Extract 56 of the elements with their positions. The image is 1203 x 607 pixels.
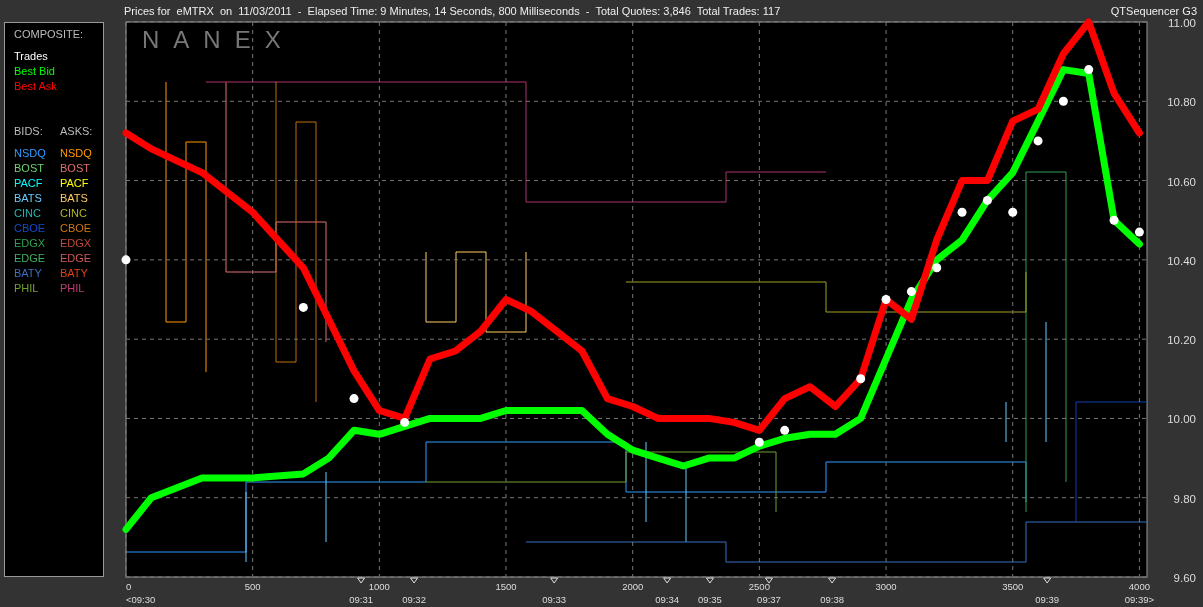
- x-axis-label: 4000: [1128, 581, 1150, 592]
- x-axis-label: 500: [244, 581, 261, 592]
- ask-exchange-label: EDGE: [60, 251, 92, 266]
- x-axis-label: 1000: [368, 581, 390, 592]
- ask-exchange-label: CBOE: [60, 221, 92, 236]
- ask-exchange-label: PACF: [60, 176, 89, 191]
- time-label: 09:38: [820, 594, 844, 605]
- bid-exchange-label: CBOE: [14, 221, 46, 236]
- ask-exchange-label: NSDQ: [60, 146, 92, 161]
- bid-exchange-label: BATY: [14, 266, 42, 281]
- time-label: 09:39: [1035, 594, 1060, 605]
- x-axis-label: 2500: [748, 581, 770, 592]
- bid-exchange-label: BOST: [14, 161, 44, 176]
- ask-exchange-label: BATY: [60, 266, 88, 281]
- bids-heading: BIDS:: [14, 124, 43, 139]
- y-axis-label: 10.40: [1167, 254, 1196, 267]
- x-axis-label: 1500: [495, 581, 517, 592]
- time-label: 09:33: [542, 594, 567, 605]
- x-axis-label: 2000: [622, 581, 644, 592]
- legend-label: Best Bid: [14, 64, 55, 79]
- time-label: <09:30: [126, 594, 156, 605]
- bid-exchange-label: BATS: [14, 191, 42, 206]
- y-axis-label: 10.60: [1167, 175, 1196, 188]
- time-label: 09:39>: [1124, 594, 1155, 605]
- legend-label: Trades: [14, 49, 48, 64]
- bid-exchange-label: CINC: [14, 206, 41, 221]
- x-axis-label: 3500: [1002, 581, 1024, 592]
- app-name: QTSequencer G3: [1110, 5, 1197, 17]
- x-axis-label: 0: [126, 581, 132, 592]
- time-label: 09:31: [349, 594, 373, 605]
- legend-heading: COMPOSITE:: [14, 27, 84, 42]
- bid-exchange-label: EDGE: [14, 251, 46, 266]
- y-axis-label: 11.00: [1168, 17, 1196, 29]
- time-label: 09:34: [655, 594, 680, 605]
- brand-watermark: NANEX: [142, 26, 295, 53]
- y-axis-label: 10.00: [1167, 413, 1196, 426]
- ask-exchange-label: CINC: [60, 206, 87, 221]
- ask-exchange-label: BOST: [60, 161, 90, 176]
- y-axis-label: 10.80: [1167, 96, 1196, 109]
- ask-exchange-label: PHIL: [60, 281, 85, 296]
- y-axis-label: 9.80: [1173, 492, 1196, 505]
- bid-exchange-label: EDGX: [14, 236, 46, 251]
- ask-exchange-label: BATS: [60, 191, 88, 206]
- ask-exchange-label: EDGX: [60, 236, 92, 251]
- x-axis-label: 3000: [875, 581, 897, 592]
- legend-label: Best Ask: [14, 79, 57, 94]
- y-axis-label: 9.60: [1173, 572, 1196, 584]
- time-label: 09:32: [402, 594, 426, 605]
- asks-heading: ASKS:: [60, 124, 93, 139]
- bid-exchange-label: PHIL: [14, 281, 39, 296]
- time-label: 09:37: [757, 594, 781, 605]
- bid-exchange-label: PACF: [14, 176, 43, 191]
- bid-exchange-label: NSDQ: [14, 146, 46, 161]
- time-label: 09:35: [698, 594, 722, 605]
- y-axis-label: 10.20: [1167, 334, 1196, 347]
- chart-title: Prices for eMTRX on 11/03/2011 - Elapsed Time: 9 Minutes, 14 Seconds, 800 Milliseconds - Total Quotes: 3,846 Total Trades: 117: [124, 5, 781, 17]
